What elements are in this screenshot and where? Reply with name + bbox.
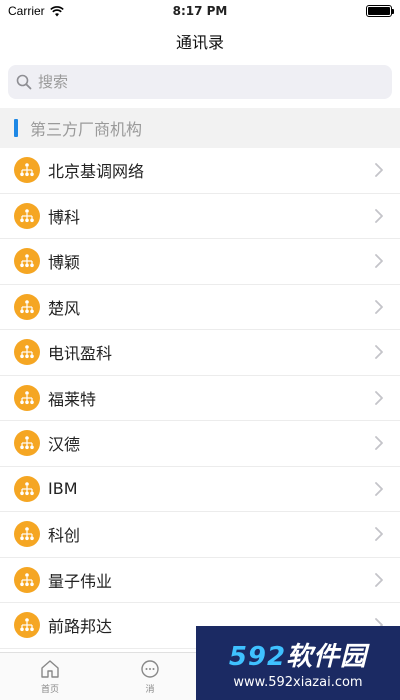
tab-home[interactable]: 首页 [0,653,100,700]
list-item[interactable]: 博颖 [0,239,400,285]
section-accent-bar [14,119,18,137]
list-item[interactable]: 科创 [0,512,400,558]
list-item-label: IBM [48,479,78,499]
section-header: 第三方厂商机构 [0,108,400,148]
chevron-right-icon [375,254,383,269]
org-chart-icon [14,157,40,184]
org-chart-icon [14,248,40,275]
watermark-title: 592软件园 [229,636,367,673]
status-left: Carrier [8,4,64,18]
list-item[interactable]: 汉德 [0,421,400,467]
chevron-right-icon [375,390,383,405]
carrier-label: Carrier [8,4,45,18]
chevron-right-icon [375,299,383,314]
list-item[interactable]: 北京基调网络 [0,148,400,194]
list-item-label: 北京基调网络 [48,162,145,182]
list-item-label: 楚风 [48,298,81,318]
watermark: 592软件园 www.592xiazai.com [196,626,400,700]
org-chart-icon [14,475,40,502]
nav-bar: 通讯录 [0,22,400,60]
list-item[interactable]: 电讯盈科 [0,330,400,376]
tab-messages[interactable]: 消 [100,653,200,700]
list-item[interactable]: 福莱特 [0,376,400,421]
chevron-right-icon [375,208,383,223]
tab-home-label: 首页 [40,685,59,695]
org-chart-icon [14,293,40,320]
org-chart-icon [14,430,40,457]
watermark-number: 592 [228,642,287,672]
section-title: 第三方厂商机构 [30,120,143,139]
search-icon [16,74,32,90]
org-chart-icon [14,202,40,229]
tab-messages-label: 消 [145,685,155,695]
org-chart-icon [14,566,40,593]
chevron-right-icon [375,481,383,496]
list-item-label: 汉德 [48,435,81,455]
status-bar: Carrier [0,0,400,22]
chevron-right-icon [375,345,383,360]
list-item-label: 科创 [48,526,81,546]
list-item-label: 量子伟业 [48,571,113,591]
list-item-label: 博科 [48,207,81,227]
wifi-icon [49,5,64,16]
list-item[interactable]: 博科 [0,194,400,239]
search-box[interactable] [8,65,392,99]
list-item[interactable]: 量子伟业 [0,558,400,603]
chevron-right-icon [375,527,383,542]
list-item-label: 福莱特 [48,389,97,409]
search-bar [0,60,400,104]
list-item[interactable]: 楚风 [0,285,400,330]
watermark-url: www.592xiazai.com [233,675,363,690]
message-icon [141,660,159,678]
list-item-label: 博颖 [48,253,81,273]
page-title: 通讯录 [175,33,224,52]
org-list: 北京基调网络 博科 博颖 楚风 电讯盈科 福莱特 汉德 IBM 科创 量子伟业 … [0,148,400,649]
chevron-right-icon [375,572,383,587]
org-chart-icon [14,339,40,366]
org-chart-icon [14,521,40,548]
list-item[interactable]: IBM [0,467,400,512]
watermark-text: 软件园 [286,642,368,672]
battery-icon [366,5,394,17]
list-item-label: 电讯盈科 [48,344,113,364]
home-icon [41,660,59,678]
org-chart-icon [14,384,40,411]
chevron-right-icon [375,163,383,178]
org-chart-icon [14,612,40,639]
chevron-right-icon [375,436,383,451]
search-input[interactable] [38,73,384,91]
